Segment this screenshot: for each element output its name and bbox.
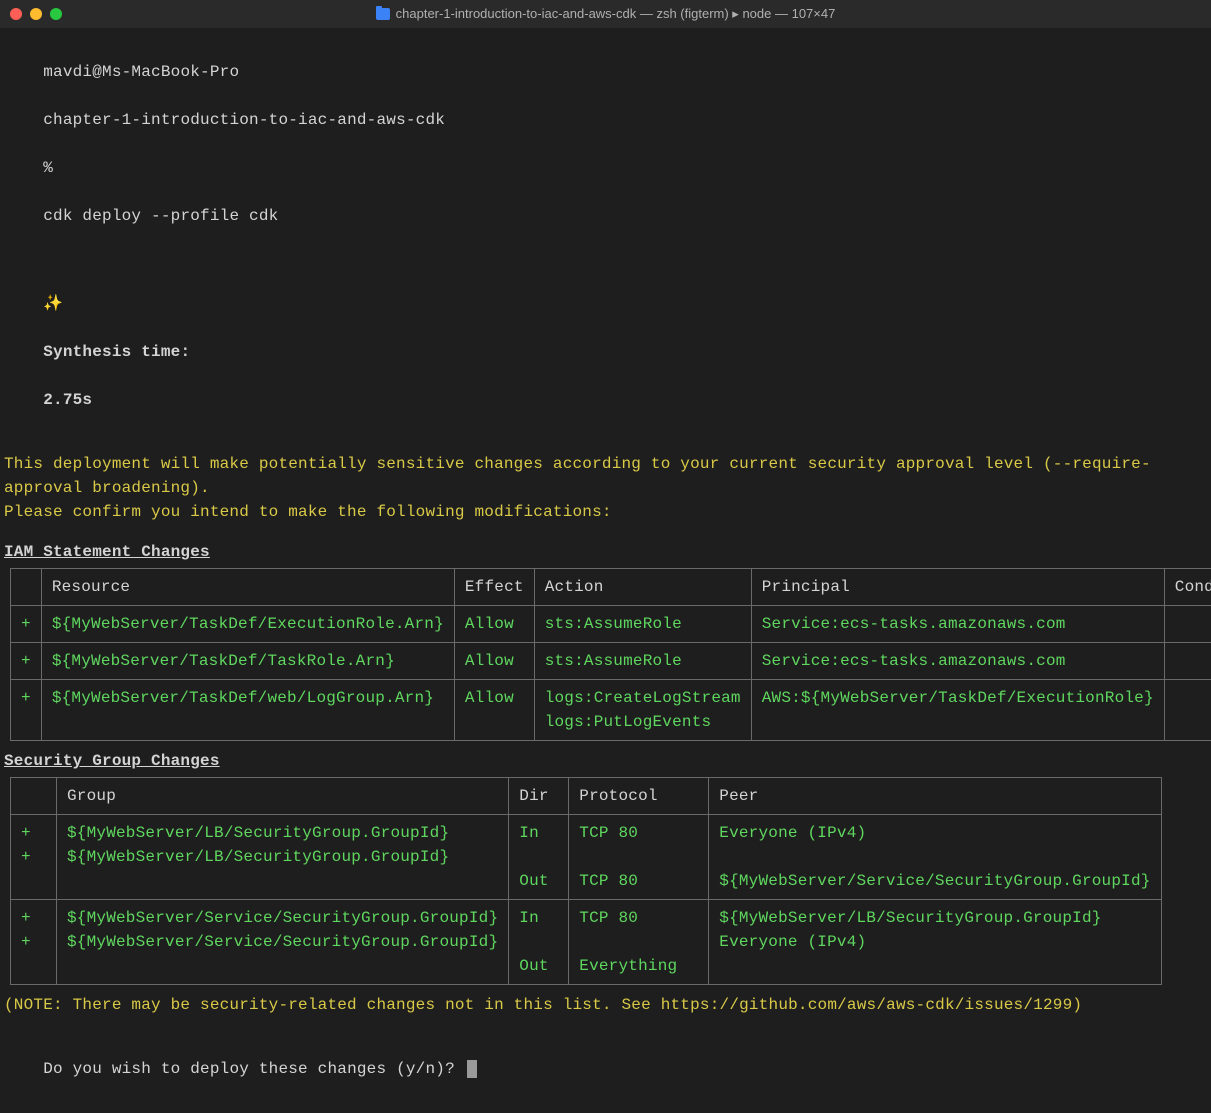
iam-h2: Effect (454, 569, 534, 606)
row-resource: ${MyWebServer/TaskDef/TaskRole.Arn} (41, 643, 454, 680)
table-row: + ${MyWebServer/TaskDef/TaskRole.Arn} Al… (11, 643, 1211, 680)
sg-heading: Security Group Changes (4, 749, 1207, 773)
row-resource: ${MyWebServer/TaskDef/web/LogGroup.Arn} (41, 680, 454, 741)
warning-line-1: This deployment will make potentially se… (4, 452, 1207, 500)
row-mark: + (11, 643, 42, 680)
iam-h3: Action (534, 569, 751, 606)
cursor-icon[interactable] (467, 1060, 477, 1078)
prompt-symbol: % (43, 159, 53, 177)
row-condition (1164, 643, 1211, 680)
row-group: ${MyWebServer/LB/SecurityGroup.GroupId} … (57, 815, 509, 900)
synthesis-label: Synthesis time: (43, 343, 190, 361)
row-effect: Allow (454, 606, 534, 643)
table-row: + ${MyWebServer/TaskDef/web/LogGroup.Arn… (11, 680, 1211, 741)
row-dir: In Out (509, 815, 569, 900)
warning-line-2: Please confirm you intend to make the fo… (4, 500, 1207, 524)
row-mark: + + (11, 815, 57, 900)
row-group: ${MyWebServer/Service/SecurityGroup.Grou… (57, 900, 509, 985)
sg-table: Group Dir Protocol Peer + + ${MyWebServe… (10, 777, 1162, 985)
confirm-text: Do you wish to deploy these changes (y/n… (43, 1060, 464, 1078)
prompt-line: mavdi@Ms-MacBook-Pro chapter-1-introduct… (4, 36, 1207, 252)
row-resource: ${MyWebServer/TaskDef/ExecutionRole.Arn} (41, 606, 454, 643)
sg-h4: Peer (709, 778, 1161, 815)
row-dir: In Out (509, 900, 569, 985)
row-mark: + + (11, 900, 57, 985)
window-title-wrap: chapter-1-introduction-to-iac-and-aws-cd… (0, 6, 1211, 22)
iam-table: Resource Effect Action Principal Conditi… (10, 568, 1211, 741)
sg-header-row: Group Dir Protocol Peer (11, 778, 1162, 815)
minimize-icon[interactable] (30, 8, 42, 20)
row-effect: Allow (454, 643, 534, 680)
iam-h0 (11, 569, 42, 606)
terminal-body[interactable]: mavdi@Ms-MacBook-Pro chapter-1-introduct… (0, 28, 1211, 1113)
sparkle-icon: ✨ (43, 295, 63, 313)
iam-header-row: Resource Effect Action Principal Conditi… (11, 569, 1211, 606)
row-peer: Everyone (IPv4) ${MyWebServer/Service/Se… (709, 815, 1161, 900)
row-protocol: TCP 80 TCP 80 (569, 815, 709, 900)
folder-icon (376, 8, 390, 20)
row-principal: Service:ecs-tasks.amazonaws.com (751, 643, 1164, 680)
row-condition (1164, 606, 1211, 643)
row-action: logs:CreateLogStream logs:PutLogEvents (534, 680, 751, 741)
table-row: + + ${MyWebServer/LB/SecurityGroup.Group… (11, 815, 1162, 900)
iam-h5: Condition (1164, 569, 1211, 606)
iam-h4: Principal (751, 569, 1164, 606)
window-controls (10, 8, 62, 20)
sg-h2: Dir (509, 778, 569, 815)
iam-heading: IAM Statement Changes (4, 540, 1207, 564)
table-row: + ${MyWebServer/TaskDef/ExecutionRole.Ar… (11, 606, 1211, 643)
row-principal: AWS:${MyWebServer/TaskDef/ExecutionRole} (751, 680, 1164, 741)
prompt-cwd: chapter-1-introduction-to-iac-and-aws-cd… (43, 111, 445, 129)
window-title: chapter-1-introduction-to-iac-and-aws-cd… (396, 6, 836, 22)
row-peer: ${MyWebServer/LB/SecurityGroup.GroupId} … (709, 900, 1161, 985)
row-mark: + (11, 680, 42, 741)
sg-h1: Group (57, 778, 509, 815)
row-action: sts:AssumeRole (534, 606, 751, 643)
row-mark: + (11, 606, 42, 643)
command-text: cdk deploy --profile cdk (43, 207, 278, 225)
sg-h0 (11, 778, 57, 815)
close-icon[interactable] (10, 8, 22, 20)
table-row: + + ${MyWebServer/Service/SecurityGroup.… (11, 900, 1162, 985)
row-effect: Allow (454, 680, 534, 741)
synthesis-line: ✨ Synthesis time: 2.75s (4, 268, 1207, 436)
iam-h1: Resource (41, 569, 454, 606)
sg-h3: Protocol (569, 778, 709, 815)
row-principal: Service:ecs-tasks.amazonaws.com (751, 606, 1164, 643)
prompt-userhost: mavdi@Ms-MacBook-Pro (43, 63, 239, 81)
titlebar: chapter-1-introduction-to-iac-and-aws-cd… (0, 0, 1211, 28)
row-protocol: TCP 80 Everything (569, 900, 709, 985)
row-condition (1164, 680, 1211, 741)
confirm-line: Do you wish to deploy these changes (y/n… (4, 1033, 1207, 1105)
synthesis-value: 2.75s (43, 391, 92, 409)
zoom-icon[interactable] (50, 8, 62, 20)
row-action: sts:AssumeRole (534, 643, 751, 680)
note-line: (NOTE: There may be security-related cha… (4, 993, 1207, 1017)
